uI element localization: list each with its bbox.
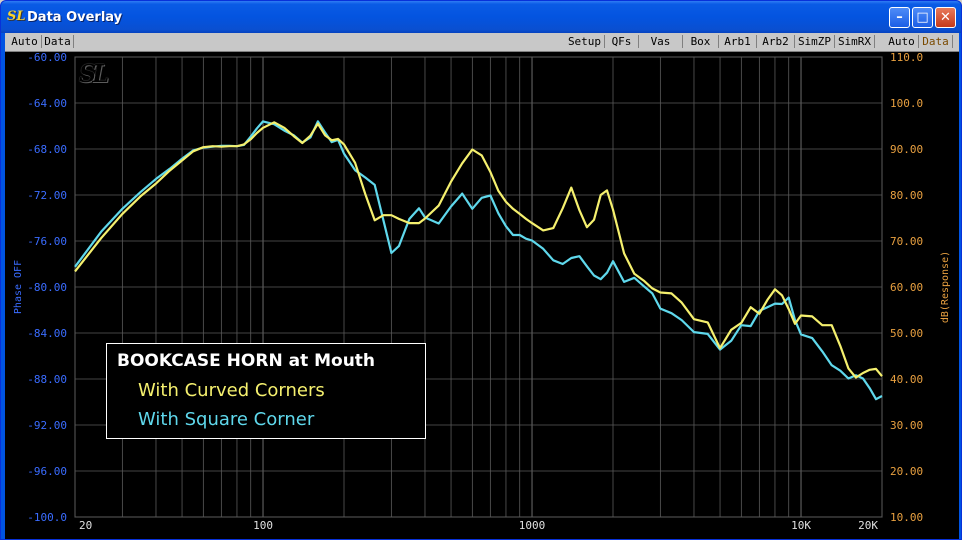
close-button[interactable]: ✕	[935, 7, 956, 28]
right-y-tick-label: 60.00	[890, 281, 923, 294]
data-overlay-window: SL Data Overlay – □ ✕ Auto Data Setup QF…	[0, 0, 962, 540]
sl-logo-watermark: SL	[79, 59, 109, 88]
right-y-tick-label: 70.00	[890, 235, 923, 248]
left-y-tick-label: -100.0	[27, 511, 67, 524]
window-title: Data Overlay	[27, 10, 123, 25]
app-logo-icon: SL	[7, 9, 26, 24]
right-y-tick-label: 80.00	[890, 189, 923, 202]
left-y-tick-label: -96.00	[27, 465, 67, 478]
left-y-tick-label: -60.00	[27, 51, 67, 64]
left-y-tick-label: -76.00	[27, 235, 67, 248]
right-y-tick-label: 30.00	[890, 419, 923, 432]
right-y-tick-label: 110.0	[890, 51, 923, 64]
left-y-tick-label: -84.00	[27, 327, 67, 340]
left-y-tick-label: -92.00	[27, 419, 67, 432]
legend-item-square-corner: With Square Corner	[138, 409, 315, 430]
x-tick-label: 10K	[791, 519, 811, 532]
maximize-icon: □	[916, 10, 929, 25]
left-y-tick-label: -88.00	[27, 373, 67, 386]
legend-item-curved-corners: With Curved Corners	[138, 380, 325, 401]
left-axis-label: Phase OFF	[13, 260, 24, 314]
left-y-tick-label: -80.00	[27, 281, 67, 294]
right-y-tick-label: 50.00	[890, 327, 923, 340]
right-y-tick-label: 10.00	[890, 511, 923, 524]
minimize-button[interactable]: –	[889, 7, 910, 28]
legend-title: BOOKCASE HORN at Mouth	[117, 351, 376, 371]
right-y-tick-label: 100.0	[890, 97, 923, 110]
right-y-tick-label: 20.00	[890, 465, 923, 478]
response-chart: -60.00 110.0 -64.00 100.0 -68.00 90.00 -72.00 8…	[13, 51, 951, 532]
right-axis-label: dB(Response)	[940, 251, 951, 323]
left-y-tick-label: -72.00	[27, 189, 67, 202]
x-tick-label: 1000	[519, 519, 546, 532]
left-y-tick-label: -64.00	[27, 97, 67, 110]
right-y-tick-label: 90.00	[890, 143, 923, 156]
right-y-tick-label: 40.00	[890, 373, 923, 386]
x-tick-label: 20	[79, 519, 92, 532]
left-y-tick-label: -68.00	[27, 143, 67, 156]
title-bar[interactable]: SL Data Overlay – □ ✕	[1, 1, 961, 33]
chart-panel: Auto Data Setup QFs Vas Box Arb1 Arb2 Si…	[5, 33, 959, 539]
maximize-button[interactable]: □	[912, 7, 933, 28]
minimize-icon: –	[896, 10, 903, 25]
close-icon: ✕	[940, 10, 951, 25]
x-tick-label: 20K	[858, 519, 878, 532]
chart-legend: BOOKCASE HORN at Mouth With Curved Corne…	[106, 343, 426, 439]
x-tick-label: 100	[253, 519, 273, 532]
